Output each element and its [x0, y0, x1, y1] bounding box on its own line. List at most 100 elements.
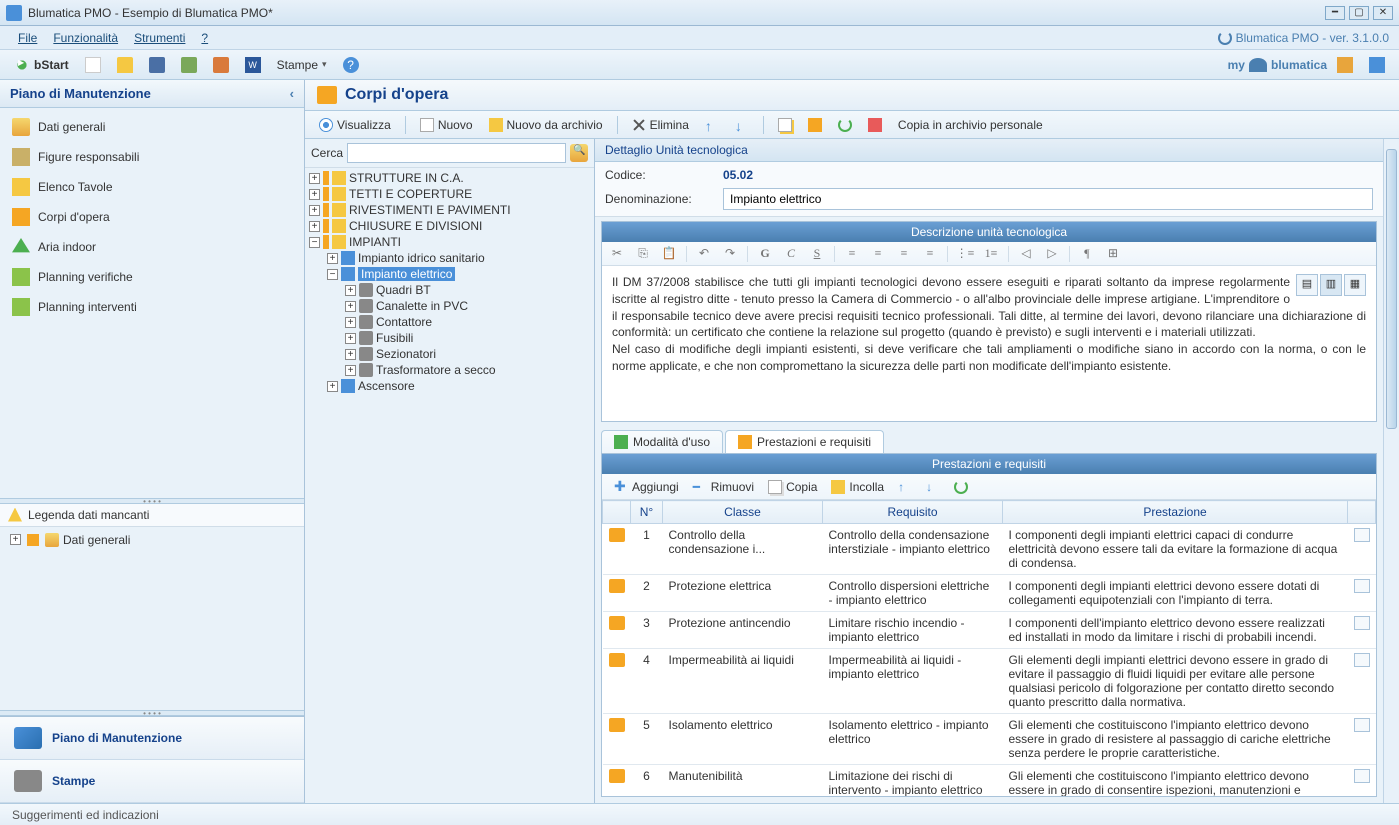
row-edit-button[interactable] [1354, 616, 1370, 630]
denominazione-input[interactable] [723, 188, 1373, 210]
tree-sezionatori[interactable]: +Sezionatori [345, 346, 590, 362]
layout-option-3[interactable]: ▦ [1344, 274, 1366, 296]
outdent-button[interactable]: ◁ [1017, 245, 1035, 263]
nav-interventi[interactable]: Planning interventi [0, 292, 304, 322]
settings-button[interactable] [1331, 55, 1359, 75]
bullet-button[interactable]: ⋮≡ [956, 245, 974, 263]
word-button[interactable] [239, 55, 267, 75]
layout-option-2[interactable]: ▥ [1320, 274, 1342, 296]
row-edit-button[interactable] [1354, 528, 1370, 542]
tree-chiusure[interactable]: +CHIUSURE E DIVISIONI [309, 218, 590, 234]
row-edit-button[interactable] [1354, 653, 1370, 667]
stampe-dropdown[interactable]: Stampe [271, 56, 333, 74]
table-row[interactable]: 6ManutenibilitàLimitazione dei rischi di… [603, 765, 1376, 797]
table-row[interactable]: 4Impermeabilità ai liquidiImpermeabilità… [603, 649, 1376, 714]
row-refresh-button[interactable] [950, 478, 972, 496]
legend-item-dati[interactable]: + Dati generali [10, 533, 294, 547]
menu-funzionalita[interactable]: Funzionalità [45, 29, 126, 47]
table-button[interactable]: ⊞ [1104, 245, 1122, 263]
rimuovi-button[interactable]: Rimuovi [689, 478, 758, 496]
undo-button[interactable]: ↶ [695, 245, 713, 263]
table-row[interactable]: 1Controllo della condensazione i...Contr… [603, 524, 1376, 575]
paste-button-editor[interactable]: 📋 [660, 245, 678, 263]
tree-trasformatore[interactable]: +Trasformatore a secco [345, 362, 590, 378]
underline-button[interactable]: S [808, 245, 826, 263]
col-requisito[interactable]: Requisito [823, 501, 1003, 524]
help-button[interactable] [337, 55, 365, 75]
editor-body[interactable]: ▤ ▥ ▦ Il DM 37/2008 stabilisce che tutti… [602, 266, 1376, 421]
justify-button[interactable]: ≡ [921, 245, 939, 263]
copy-button[interactable] [772, 116, 798, 134]
search-button[interactable] [570, 144, 588, 162]
tree-quadri[interactable]: +Quadri BT [345, 282, 590, 298]
link-button[interactable] [1363, 55, 1391, 75]
search-input[interactable] [347, 143, 566, 163]
nav-figure[interactable]: Figure responsabili [0, 142, 304, 172]
open-button[interactable] [111, 55, 139, 75]
menu-help[interactable]: ? [193, 29, 216, 47]
elimina-button[interactable]: Elimina [626, 116, 695, 134]
tree-canalette[interactable]: +Canalette in PVC [345, 298, 590, 314]
nav-dati-generali[interactable]: Dati generali [0, 112, 304, 142]
col-classe[interactable]: Classe [663, 501, 823, 524]
indent-button[interactable]: ▷ [1043, 245, 1061, 263]
cut-button[interactable]: ✂ [608, 245, 626, 263]
aggiungi-button[interactable]: Aggiungi [610, 478, 683, 496]
new-button[interactable] [79, 55, 107, 75]
row-edit-button[interactable] [1354, 769, 1370, 783]
tree-elettrico[interactable]: −Impianto elettrico [327, 266, 590, 282]
table-row[interactable]: 5Isolamento elettricoIsolamento elettric… [603, 714, 1376, 765]
bold-button[interactable]: G [756, 245, 774, 263]
import-button[interactable] [207, 55, 235, 75]
align-right-button[interactable]: ≡ [895, 245, 913, 263]
align-left-button[interactable]: ≡ [843, 245, 861, 263]
people-button[interactable] [862, 116, 888, 134]
table-row[interactable]: 2Protezione elettricaControllo dispersio… [603, 575, 1376, 612]
tab-prestazioni[interactable]: Prestazioni e requisiti [725, 430, 884, 453]
tree-fusibili[interactable]: +Fusibili [345, 330, 590, 346]
nav-corpi[interactable]: Corpi d'opera [0, 202, 304, 232]
tab-modalita[interactable]: Modalità d'uso [601, 430, 723, 453]
bstart-button[interactable]: bStart [8, 55, 75, 75]
collapse-left-button[interactable]: ‹ [290, 86, 294, 101]
pilcrow-button[interactable]: ¶ [1078, 245, 1096, 263]
minimize-button[interactable]: ━ [1325, 6, 1345, 20]
export-button[interactable] [175, 55, 203, 75]
refresh-button[interactable] [832, 116, 858, 134]
number-button[interactable]: 1≡ [982, 245, 1000, 263]
vertical-scrollbar[interactable] [1383, 139, 1399, 803]
redo-button[interactable]: ↷ [721, 245, 739, 263]
nav-tavole[interactable]: Elenco Tavole [0, 172, 304, 202]
visualizza-dropdown[interactable]: Visualizza [313, 116, 397, 134]
bottom-nav-piano[interactable]: Piano di Manutenzione [0, 717, 304, 760]
col-prestazione[interactable]: Prestazione [1003, 501, 1348, 524]
close-button[interactable]: ✕ [1373, 6, 1393, 20]
save-button[interactable] [143, 55, 171, 75]
menu-file[interactable]: File [10, 29, 45, 47]
paste-button[interactable] [802, 116, 828, 134]
tree-contattore[interactable]: +Contattore [345, 314, 590, 330]
tree-rivestimenti[interactable]: +RIVESTIMENTI E PAVIMENTI [309, 202, 590, 218]
row-up-button[interactable] [894, 478, 916, 496]
bottom-nav-stampe[interactable]: Stampe [0, 760, 304, 803]
nuovo-dropdown[interactable]: Nuovo [414, 116, 479, 134]
tree-ascensore[interactable]: +Ascensore [327, 378, 590, 394]
row-edit-button[interactable] [1354, 579, 1370, 593]
incolla-button[interactable]: Incolla [827, 478, 888, 496]
tree-strutture[interactable]: +STRUTTURE IN C.A. [309, 170, 590, 186]
nav-verifiche[interactable]: Planning verifiche [0, 262, 304, 292]
maximize-button[interactable]: ▢ [1349, 6, 1369, 20]
menu-strumenti[interactable]: Strumenti [126, 29, 193, 47]
nuovo-archivio-dropdown[interactable]: Nuovo da archivio [483, 116, 609, 134]
align-center-button[interactable]: ≡ [869, 245, 887, 263]
expander-icon[interactable]: + [10, 534, 21, 545]
row-down-button[interactable] [922, 478, 944, 496]
up-button[interactable] [699, 116, 725, 134]
italic-button[interactable]: C [782, 245, 800, 263]
tree-impianti[interactable]: −IMPIANTI [309, 234, 590, 250]
copy-button-editor[interactable]: ⎘ [634, 245, 652, 263]
row-edit-button[interactable] [1354, 718, 1370, 732]
layout-option-1[interactable]: ▤ [1296, 274, 1318, 296]
down-button[interactable] [729, 116, 755, 134]
table-row[interactable]: 3Protezione antincendioLimitare rischio … [603, 612, 1376, 649]
